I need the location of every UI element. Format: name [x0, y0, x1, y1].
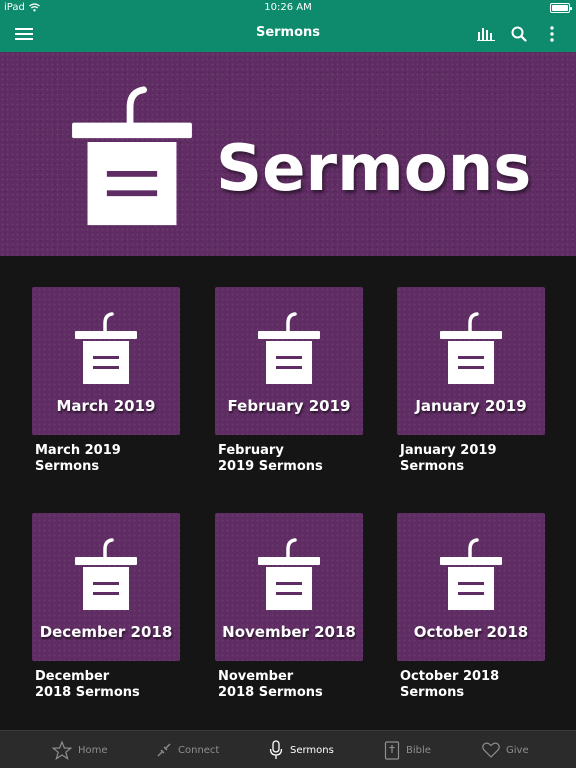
audio-button[interactable]: [468, 16, 504, 52]
tile-label: November 2018: [222, 623, 356, 641]
series-caption[interactable]: February 2019 Sermons: [215, 443, 363, 475]
series-card-january-2019[interactable]: January 2019 January 2019 Sermons: [397, 287, 545, 475]
connect-icon: [157, 743, 171, 757]
more-vertical-icon: [550, 26, 554, 42]
heart-icon: [482, 742, 500, 758]
bible-icon: [384, 740, 400, 760]
sermons-banner: Sermons: [0, 52, 576, 256]
tile-label: January 2019: [415, 397, 527, 415]
tile-label: February 2019: [227, 397, 351, 415]
tab-label: Give: [506, 744, 529, 756]
series-caption[interactable]: October 2018 Sermons: [397, 669, 545, 701]
podium-icon: [440, 538, 502, 610]
series-tile[interactable]: October 2018: [397, 513, 545, 661]
series-card-november-2018[interactable]: November 2018 November 2018 Sermons: [215, 513, 363, 701]
more-button[interactable]: [534, 16, 570, 52]
series-caption[interactable]: January 2019 Sermons: [397, 443, 545, 475]
tile-label: October 2018: [413, 623, 529, 641]
tab-bible[interactable]: Bible: [384, 731, 431, 768]
podium-icon: [258, 312, 320, 384]
series-tile[interactable]: March 2019: [32, 287, 180, 435]
status-bar: iPad 10:26 AM: [0, 0, 576, 16]
podium-icon: [75, 538, 137, 610]
series-card-december-2018[interactable]: December 2018 December 2018 Sermons: [32, 513, 180, 701]
search-button[interactable]: [501, 16, 537, 52]
podium-icon: [258, 538, 320, 610]
tab-bar: Home Connect Sermons Bible Give: [0, 730, 576, 768]
microphone-icon: [269, 740, 283, 759]
podium-icon: [440, 312, 502, 384]
tab-sermons[interactable]: Sermons: [268, 731, 334, 768]
battery-icon: [550, 3, 572, 13]
tab-connect[interactable]: Connect: [156, 731, 219, 768]
series-caption[interactable]: March 2019 Sermons: [32, 443, 180, 475]
tile-label: March 2019: [56, 397, 156, 415]
series-card-october-2018[interactable]: October 2018 October 2018 Sermons: [397, 513, 545, 701]
podium-icon: [75, 312, 137, 384]
sermon-series-grid: March 2019 March 2019 Sermons February 2…: [0, 256, 576, 730]
series-card-february-2019[interactable]: February 2019 February 2019 Sermons: [215, 287, 363, 475]
status-time: 10:26 AM: [264, 2, 312, 13]
series-tile[interactable]: February 2019: [215, 287, 363, 435]
tile-label: December 2018: [39, 623, 173, 641]
equalizer-icon: [477, 28, 495, 41]
tab-label: Connect: [178, 744, 220, 756]
banner-title: Sermons: [216, 132, 532, 206]
series-tile[interactable]: December 2018: [32, 513, 180, 661]
tab-label: Home: [78, 744, 108, 756]
search-icon: [511, 26, 527, 42]
tab-label: Bible: [406, 744, 431, 756]
tab-home[interactable]: Home: [52, 731, 108, 768]
app-bar: Sermons: [0, 16, 576, 52]
series-caption[interactable]: November 2018 Sermons: [215, 669, 363, 701]
tab-label: Sermons: [290, 744, 334, 756]
tab-give[interactable]: Give: [482, 731, 529, 768]
podium-icon: [72, 86, 192, 226]
series-tile[interactable]: November 2018: [215, 513, 363, 661]
series-card-march-2019[interactable]: March 2019 March 2019 Sermons: [32, 287, 180, 475]
star-icon: [52, 740, 72, 760]
series-caption[interactable]: December 2018 Sermons: [32, 669, 180, 701]
series-tile[interactable]: January 2019: [397, 287, 545, 435]
